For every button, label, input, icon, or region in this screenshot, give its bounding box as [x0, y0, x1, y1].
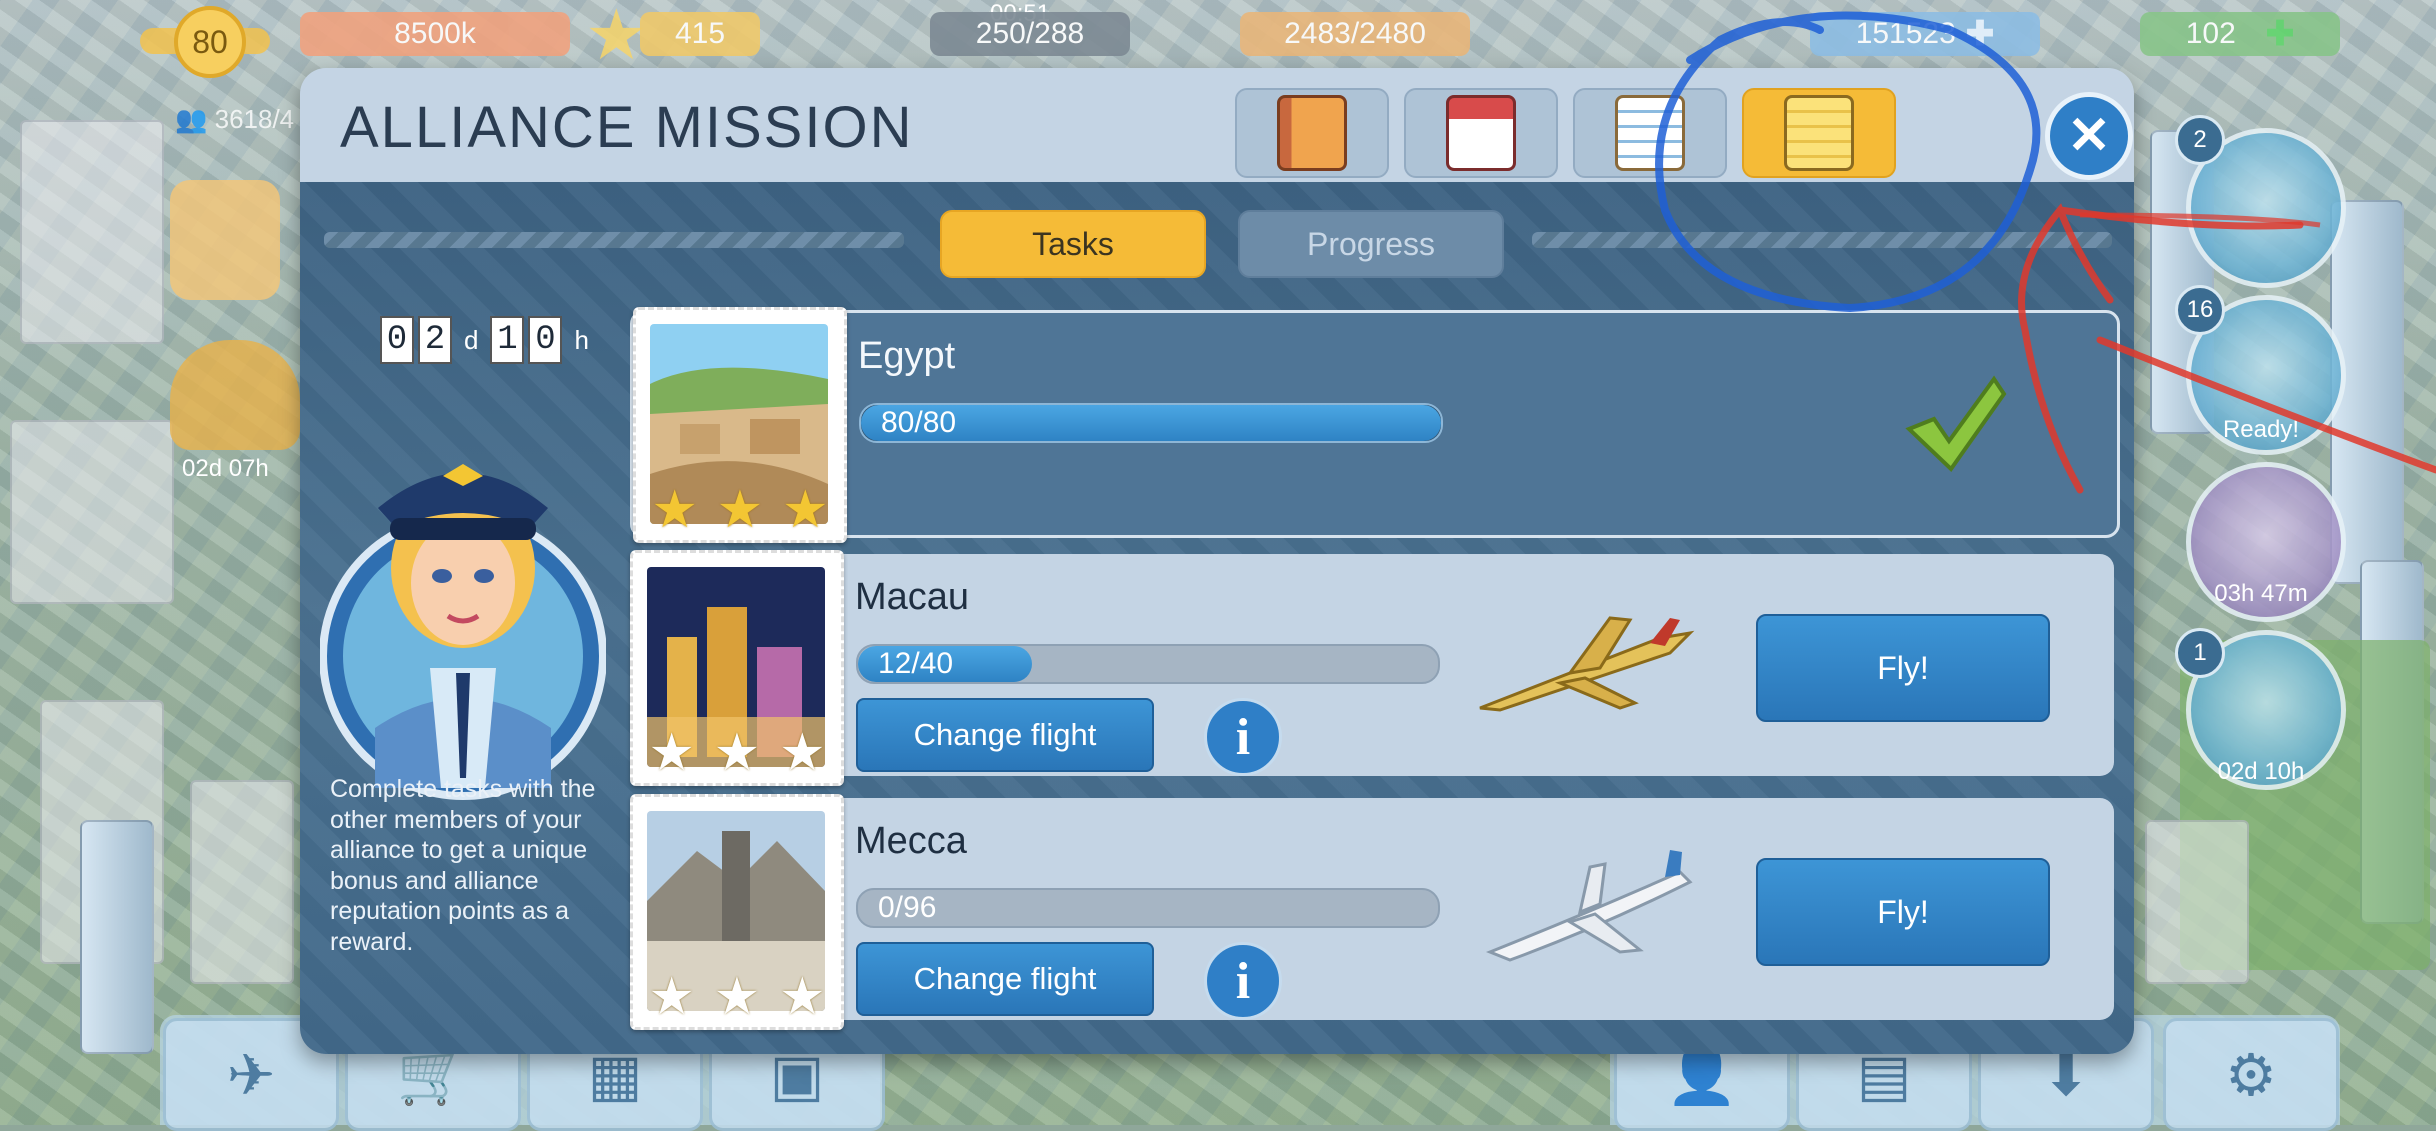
- tower-badge: 2: [2175, 115, 2225, 165]
- fly-button[interactable]: Fly!: [1756, 614, 2050, 722]
- info-button[interactable]: i: [1204, 942, 1282, 1020]
- progress-text: 0/96: [878, 891, 937, 924]
- gold-counter[interactable]: 151523 ✚: [1810, 12, 2040, 56]
- close-button[interactable]: ✕: [2045, 92, 2133, 180]
- settings-gear-icon[interactable]: ⚙: [2163, 1018, 2339, 1131]
- mission-description: Complete tasks with the other members of…: [330, 775, 596, 956]
- gauge-timer: 02d 10h: [2217, 758, 2305, 785]
- star-icon: ★: [713, 724, 761, 782]
- change-flight-button[interactable]: Change flight: [856, 942, 1154, 1016]
- star-icon: ★: [651, 481, 698, 539]
- alliance-mission-modal: ALLIANCE MISSION ✕ Tasks Progress 0 2 d …: [300, 68, 2134, 1054]
- fly-button[interactable]: Fly!: [1756, 858, 2050, 966]
- building: [2145, 820, 2249, 984]
- gauge-badge: 1: [2175, 628, 2225, 678]
- basket-timer: 02d 07h: [182, 455, 269, 482]
- stripe-right: [1532, 232, 2112, 248]
- star-icon: ★: [782, 481, 829, 539]
- star-icon: ★: [713, 968, 761, 1026]
- checklist-icon: [1615, 95, 1685, 171]
- gold-value: 151523: [1855, 17, 1956, 50]
- stripe-left: [324, 232, 904, 248]
- tab-alliance-mission[interactable]: [1742, 88, 1896, 178]
- mission-countdown: 0 2 d 1 0 h: [380, 316, 597, 364]
- supersonic-jet-icon: [1479, 616, 1695, 712]
- mecca-stars: ★ ★ ★: [639, 969, 835, 1025]
- countdown-digit: 0: [380, 316, 414, 364]
- coins-counter[interactable]: 8500k: [300, 12, 570, 56]
- player-level-badge[interactable]: 80: [140, 2, 270, 94]
- star-icon: ★: [648, 968, 695, 1026]
- mission-notepad-icon: [1784, 95, 1854, 171]
- tab-notebook[interactable]: [1235, 88, 1389, 178]
- tab-checklist[interactable]: [1573, 88, 1727, 178]
- progress-text: 80/80: [881, 406, 957, 439]
- population-counter: 👥 3618/4: [175, 104, 295, 134]
- progress-text: 12/40: [878, 647, 954, 680]
- radar-badge: 16: [2175, 285, 2225, 335]
- modal-title: ALLIANCE MISSION: [340, 95, 914, 160]
- cash-value: 102: [2185, 17, 2236, 50]
- star-icon: ★: [779, 968, 826, 1026]
- building: [190, 780, 294, 984]
- radar-status: Ready!: [2222, 416, 2300, 443]
- shuttle-timer: 03h 47m: [2214, 580, 2308, 607]
- task-city-name: Macau: [855, 576, 970, 618]
- change-flight-button[interactable]: Change flight: [856, 698, 1154, 772]
- stamp-mecca: ★ ★ ★: [630, 794, 844, 1030]
- completed-check-icon: [1905, 375, 2007, 473]
- star-icon: ★: [648, 724, 695, 782]
- cash-counter[interactable]: 102 ✚: [2140, 12, 2340, 56]
- event-notebook-icon[interactable]: [170, 180, 280, 300]
- task-city-name: Mecca: [855, 820, 967, 862]
- tab-progress[interactable]: Progress: [1238, 210, 1504, 278]
- tower: [80, 820, 154, 1054]
- macau-stars: ★ ★ ★: [639, 725, 835, 781]
- stamp-macau: ★ ★ ★: [630, 550, 844, 786]
- countdown-digit: 2: [418, 316, 452, 364]
- stars-counter[interactable]: 415: [640, 12, 760, 56]
- stamp-egypt: ★ ★ ★: [633, 307, 847, 543]
- level-value: 80: [174, 6, 246, 78]
- population-value: 3618/4: [214, 104, 295, 134]
- countdown-digit: 0: [528, 316, 563, 364]
- countdown-digit: 1: [490, 316, 525, 364]
- star-icon: ★: [716, 481, 764, 539]
- tab-tasks[interactable]: Tasks: [940, 210, 1206, 278]
- building: [20, 120, 164, 344]
- task-city-name: Egypt: [858, 335, 956, 377]
- task-progress-bar: 0/96: [856, 888, 1440, 928]
- info-button[interactable]: i: [1204, 698, 1282, 776]
- star-icon: ★: [779, 724, 826, 782]
- task-card-mecca: ★ ★ ★ Mecca 0/96 Change flight i Fly!: [630, 794, 2114, 1030]
- add-gold-icon[interactable]: ✚: [1966, 14, 1995, 54]
- countdown-unit-hours: h: [574, 324, 589, 355]
- add-cash-icon[interactable]: ✚: [2266, 14, 2295, 54]
- task-progress-bar: 80/80: [859, 403, 1443, 443]
- notebook-icon: [1277, 95, 1347, 171]
- building: [10, 420, 174, 604]
- task-card-egypt: ★ ★ ★ Egypt 80/80: [630, 307, 2120, 543]
- close-icon: ✕: [2067, 107, 2111, 165]
- easter-basket-icon[interactable]: [170, 340, 300, 450]
- tab-gift-calendar[interactable]: [1404, 88, 1558, 178]
- fuel-counter[interactable]: 250/288: [930, 12, 1130, 56]
- task-card-macau: ★ ★ ★ Macau 12/40 Change flight i Fly!: [630, 550, 2114, 786]
- pilot-avatar: [320, 464, 606, 800]
- star-icon: ★: [585, 0, 648, 74]
- task-progress-bar: 12/40: [856, 644, 1440, 684]
- egypt-stars: ★ ★ ★: [642, 482, 838, 538]
- jumbo-jet-icon: [1485, 850, 1693, 962]
- cargo-counter[interactable]: 2483/2480: [1240, 12, 1470, 56]
- countdown-unit-days: d: [464, 324, 479, 355]
- gift-calendar-icon: [1446, 95, 1516, 171]
